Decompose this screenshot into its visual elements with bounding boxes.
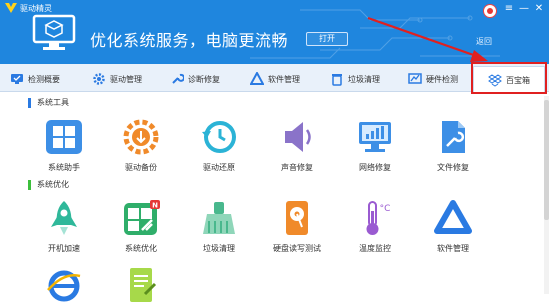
tab-diagnose-repair[interactable]: 诊断修复 [170, 68, 220, 90]
tool-label: 驱动备份 [125, 163, 157, 172]
speaker-icon [285, 122, 311, 152]
software-icon [250, 72, 264, 85]
section-label: 系统优化 [37, 180, 69, 189]
highlight-box-annotation [471, 62, 547, 94]
optimize-icon: N [124, 200, 160, 235]
file-repair-icon [442, 121, 465, 153]
tab-label: 硬件检测 [426, 74, 458, 84]
minimize-icon[interactable]: — [518, 3, 530, 15]
gear-icon [93, 73, 105, 85]
menu-icon[interactable]: ≡ [503, 3, 515, 15]
disk-icon [286, 201, 308, 235]
open-button[interactable]: 打开 [306, 32, 348, 46]
chart-icon [408, 73, 422, 84]
rocket-icon [51, 201, 77, 235]
tool-driver-backup[interactable]: 驱动备份 [106, 118, 176, 173]
tool-temperature-monitor[interactable]: °C 温度监控 [340, 199, 410, 254]
notepad-icon [130, 268, 157, 302]
tab-software-management[interactable]: 软件管理 [250, 68, 300, 90]
app-title: 驱动精灵 [20, 4, 52, 13]
tool-label: 开机加速 [48, 244, 80, 253]
slogan-text: 优化系统服务，电脑更流畅 [90, 31, 289, 50]
tab-label: 检测概要 [28, 74, 60, 84]
section-accent-bar [28, 97, 31, 108]
close-icon[interactable]: ✕ [533, 3, 545, 15]
windows-icon [46, 120, 82, 154]
tool-disk-rw-test[interactable]: 硬盘读写测试 [262, 199, 332, 254]
tool-system-assistant[interactable]: 系统助手 [29, 118, 99, 173]
thermometer-icon: °C [366, 201, 391, 235]
tool-label: 硬盘读写测试 [273, 244, 321, 253]
tool-network-repair[interactable]: 网络修复 [340, 118, 410, 173]
tab-label: 垃圾清理 [348, 74, 380, 84]
app-logo-icon [5, 3, 17, 13]
tool-junk-clean[interactable]: 垃圾清理 [184, 199, 254, 254]
section-title-system-optimize: 系统优化 [28, 179, 69, 190]
section-title-system-tools: 系统工具 [28, 97, 69, 108]
tool-file-repair[interactable]: 文件修复 [418, 118, 488, 173]
tab-driver-management[interactable]: 驱动管理 [92, 68, 142, 90]
wrench-icon [172, 73, 184, 84]
broom-icon [203, 202, 235, 234]
tool-label: 文件修复 [437, 163, 469, 172]
tab-junk-clean[interactable]: 垃圾清理 [330, 68, 380, 90]
section-label: 系统工具 [37, 98, 69, 107]
monitor-check-icon [11, 74, 23, 84]
backup-gear-icon [123, 119, 159, 155]
svg-text:N: N [152, 202, 158, 210]
tool-label: 网络修复 [359, 163, 391, 172]
tab-hardware-detect[interactable]: 硬件检测 [408, 68, 458, 90]
scrollbar-thumb[interactable] [544, 100, 549, 220]
tool-label: 温度监控 [359, 244, 391, 253]
tool-browser-partial[interactable] [29, 266, 99, 304]
restore-clock-icon [202, 121, 236, 153]
tool-label: 系统优化 [125, 244, 157, 253]
tab-label: 诊断修复 [188, 74, 220, 84]
tool-system-optimize[interactable]: N 系统优化 [106, 199, 176, 254]
section-accent-bar [28, 179, 31, 190]
tool-label: 软件管理 [437, 244, 469, 253]
tool-driver-restore[interactable]: 驱动还原 [184, 118, 254, 173]
tool-label: 驱动还原 [203, 163, 235, 172]
tab-bar: 检测概要 驱动管理 诊断修复 软件管理 垃圾清理 硬件检测 百宝箱 [0, 64, 549, 93]
tab-label: 软件管理 [268, 74, 300, 84]
svg-text:°C: °C [380, 204, 391, 214]
ie-browser-icon [47, 270, 81, 302]
tool-software-management[interactable]: 软件管理 [418, 199, 488, 254]
software-triangle-icon [434, 200, 472, 234]
tab-label: 驱动管理 [110, 74, 142, 84]
tool-label: 系统助手 [48, 163, 80, 172]
network-monitor-icon [359, 122, 391, 152]
tool-label: 声音修复 [281, 163, 313, 172]
monitor-box-icon [32, 14, 76, 50]
tab-detect-overview[interactable]: 检测概要 [10, 68, 60, 90]
trash-icon [332, 74, 342, 86]
tool-label: 垃圾清理 [203, 244, 235, 253]
tool-sound-repair[interactable]: 声音修复 [262, 118, 332, 173]
tool-boot-speedup[interactable]: 开机加速 [29, 199, 99, 254]
tool-notepad-partial[interactable] [106, 266, 176, 304]
